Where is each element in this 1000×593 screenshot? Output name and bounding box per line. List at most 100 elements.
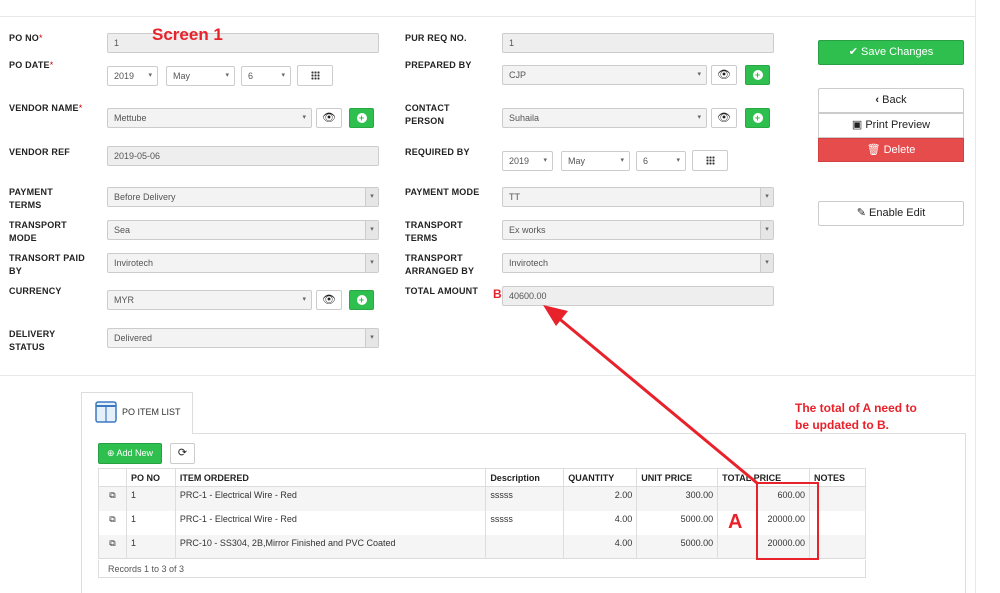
eye-icon: 👁 [717,69,731,81]
chevron-down-icon: ▾ [676,157,680,164]
vendor-add-button[interactable]: + [349,108,374,128]
po-date-calendar-button[interactable] [297,65,333,86]
chevron-down-icon: ▾ [620,157,624,164]
chevron-down-icon: ▾ [760,188,773,206]
vendor-name-select[interactable]: Mettube ▾ [107,108,312,128]
delivery-status-select[interactable]: Delivered ▾ [107,328,379,348]
required-by-label: REQUIRED BY [405,147,470,157]
chevron-down-icon: ▾ [697,71,701,78]
required-by-day-select[interactable]: 6 ▾ [636,151,686,171]
chevron-down-icon: ▾ [760,254,773,272]
add-new-button[interactable]: ⊕ Add New [98,443,162,464]
save-changes-button[interactable]: ✔ Save Changes [818,40,964,65]
vendor-ref-field[interactable]: 2019-05-06 [107,146,379,166]
required-by-year-select[interactable]: 2019 ▾ [502,151,553,171]
col-po-no: PO NO [125,468,176,487]
payment-mode-label: PAYMENT MODE [405,187,480,197]
annotation-note: The total of A need to be updated to B. [795,401,917,432]
col-action [98,468,127,487]
transport-terms-select[interactable]: Ex works ▾ [502,220,774,240]
chevron-down-icon: ▾ [302,296,306,303]
chevron-down-icon: ▾ [760,221,773,239]
table-row[interactable]: ⧉ 1 PRC-1 - Electrical Wire - Red sssss … [98,510,866,535]
payment-mode-select[interactable]: TT ▾ [502,187,774,207]
screen-annotation: Screen 1 [152,25,223,44]
payment-terms-select[interactable]: Before Delivery ▾ [107,187,379,207]
table-row[interactable]: ⧉ 1 PRC-10 - SS304, 2B,Mirror Finished a… [98,534,866,559]
currency-select[interactable]: MYR ▾ [107,290,312,310]
back-button[interactable]: ‹ Back [818,88,964,113]
total-amount-label: TOTAL AMOUNT [405,286,479,296]
currency-view-button[interactable]: 👁 [316,290,342,310]
col-item-ordered: ITEM ORDERED [174,468,487,487]
chevron-down-icon: ▾ [365,329,378,347]
enable-edit-button[interactable]: ✎ Enable Edit [818,201,964,226]
po-date-label: PO DATE* [9,60,54,70]
transport-mode-label: TRANSPORT MODE [9,220,67,243]
print-preview-button[interactable]: ▣ Print Preview [818,113,964,138]
contact-person-select[interactable]: Suhaila ▾ [502,108,707,128]
po-no-field[interactable]: 1 [107,33,379,53]
refresh-button[interactable]: ⟳ [170,443,195,464]
chevron-down-icon: ▾ [697,114,701,121]
marker-a: A [728,511,743,533]
cell-item: PRC-1 - Electrical Wire - Red [174,486,487,511]
plus-circle-icon: ⊕ [106,448,115,458]
transport-terms-label: TRANSPORT TERMS [405,220,463,243]
print-icon: ▣ [851,119,863,131]
po-date-month-select[interactable]: May ▾ [166,66,235,86]
total-amount-field[interactable]: 40600.00 [502,286,774,306]
chevron-down-icon: ▾ [225,72,229,79]
open-link-icon[interactable]: ⧉ [98,510,127,535]
cell-quantity: 4.00 [563,534,638,559]
cell-description: sssss [485,486,565,511]
required-by-calendar-button[interactable] [692,150,728,171]
col-description: Description [485,468,565,487]
currency-label: CURRENCY [9,286,62,296]
pur-req-no-field[interactable]: 1 [502,33,774,53]
trash-icon: 🗑 [866,144,881,156]
cell-item: PRC-10 - SS304, 2B,Mirror Finished and P… [174,534,487,559]
refresh-icon: ⟳ [177,447,188,459]
transport-mode-select[interactable]: Sea ▾ [107,220,379,240]
total-price-highlight-box [756,482,819,560]
marker-b: B [493,287,502,301]
contact-person-label: CONTACT PERSON [405,103,450,126]
prepared-by-view-button[interactable]: 👁 [711,65,737,85]
eye-icon: 👁 [717,112,731,124]
cell-unit-price: 5000.00 [636,510,719,535]
records-count: Records 1 to 3 of 3 [98,560,866,578]
delete-button[interactable]: 🗑 Delete [818,138,964,162]
contact-add-button[interactable]: + [745,108,770,128]
table-row[interactable]: ⧉ 1 PRC-1 - Electrical Wire - Red sssss … [98,486,866,511]
cell-po-no: 1 [125,510,176,535]
chevron-down-icon: ▾ [281,72,285,79]
open-link-icon[interactable]: ⧉ [98,534,127,559]
chevron-down-icon: ▾ [365,188,378,206]
eye-icon: 👁 [322,112,336,124]
eye-icon: 👁 [322,294,336,306]
col-unit-price: UNIT PRICE [636,468,719,487]
transport-paid-by-select[interactable]: Invirotech ▾ [107,253,379,273]
prepared-by-add-button[interactable]: + [745,65,770,85]
right-divider [975,0,976,593]
required-by-month-select[interactable]: May ▾ [561,151,630,171]
chevron-down-icon: ▾ [543,157,547,164]
vendor-ref-label: VENDOR REF [9,147,71,157]
contact-view-button[interactable]: 👁 [711,108,737,128]
top-divider [0,16,975,17]
cell-item: PRC-1 - Electrical Wire - Red [174,510,487,535]
po-date-year-select[interactable]: 2019 ▾ [107,66,158,86]
open-link-icon[interactable]: ⧉ [98,486,127,511]
currency-add-button[interactable]: + [349,290,374,310]
cell-description [485,534,565,559]
vendor-view-button[interactable]: 👁 [316,108,342,128]
plus-circle-icon: + [356,295,367,306]
section-divider [0,375,975,376]
edit-icon: ✎ [856,207,866,219]
transport-arranged-by-select[interactable]: Invirotech ▾ [502,253,774,273]
cell-description: sssss [485,510,565,535]
prepared-by-select[interactable]: CJP ▾ [502,65,707,85]
tab-po-item-list[interactable]: PO ITEM LIST [81,392,193,434]
po-date-day-select[interactable]: 6 ▾ [241,66,291,86]
